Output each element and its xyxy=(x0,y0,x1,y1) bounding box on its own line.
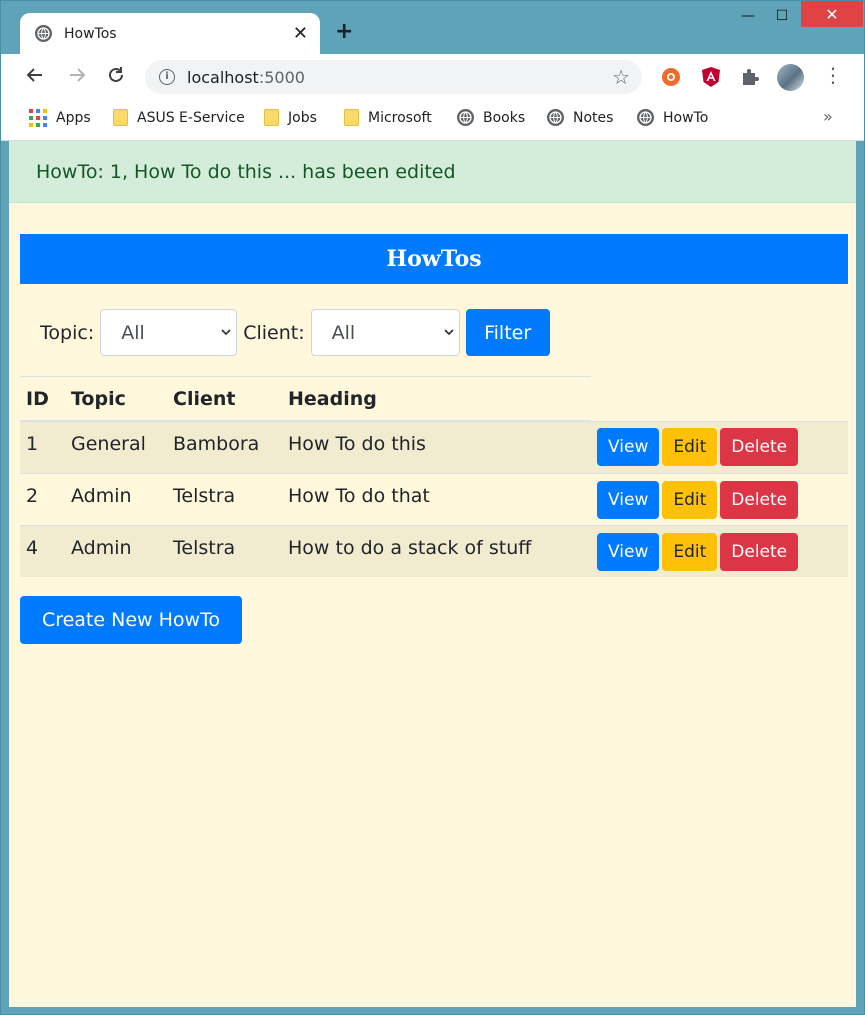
bookmark-label: Apps xyxy=(56,110,91,126)
cell-topic: Admin xyxy=(65,525,167,577)
folder-icon xyxy=(344,109,359,126)
table-row: 4 Admin Telstra How to do a stack of stu… xyxy=(20,525,848,577)
view-button[interactable]: View xyxy=(597,428,660,467)
column-header-heading: Heading xyxy=(282,376,591,422)
cell-heading: How to do a stack of stuff xyxy=(282,525,591,577)
cell-actions: View Edit Delete xyxy=(591,473,848,526)
bookmark-jobs[interactable]: Jobs xyxy=(264,109,317,126)
forward-arrow-icon[interactable] xyxy=(67,65,87,90)
cell-id: 4 xyxy=(20,525,65,577)
client-select[interactable]: All xyxy=(310,309,460,356)
table-row: 2 Admin Telstra How To do that View Edit D… xyxy=(20,473,848,526)
client-label: Client: xyxy=(243,321,305,344)
cell-id: 1 xyxy=(20,420,65,474)
bookmark-books[interactable]: Books xyxy=(457,109,525,126)
edit-button[interactable]: Edit xyxy=(662,428,718,467)
table-row: 1 General Bambora How To do this View Edi… xyxy=(20,420,848,474)
reload-icon[interactable] xyxy=(106,65,126,90)
more-bookmarks-chevron-icon[interactable]: » xyxy=(823,107,833,126)
globe-icon xyxy=(547,109,564,126)
delete-button[interactable]: Delete xyxy=(720,428,799,467)
globe-icon xyxy=(637,109,654,126)
close-tab-icon[interactable]: ✕ xyxy=(293,23,308,44)
puzzle-extensions-icon[interactable] xyxy=(739,66,761,88)
bookmark-asus-e-service[interactable]: ASUS E-Service xyxy=(113,109,245,126)
bookmark-label: ASUS E-Service xyxy=(137,109,245,126)
globe-icon xyxy=(35,25,52,42)
cell-topic: Admin xyxy=(65,473,167,526)
back-arrow-icon[interactable] xyxy=(25,65,45,90)
column-header-client: Client xyxy=(167,376,282,422)
apps-grid-icon xyxy=(29,109,47,127)
bookmarks-bar: Apps ASUS E-Service Jobs Microsoft Books… xyxy=(1,100,864,141)
bookmark-microsoft[interactable]: Microsoft xyxy=(344,109,432,126)
chevron-down-icon xyxy=(220,326,232,341)
tab-title: HowTos xyxy=(64,25,117,42)
column-header-actions xyxy=(591,377,848,422)
page-content: HowTo: 1, How To do this ... has been ed… xyxy=(9,141,856,1007)
table-header-row: ID Topic Client Heading xyxy=(20,376,848,422)
browser-window: HowTos ✕ + — ☐ ✕ i localhost:5000 ☆ ⋮ Ap… xyxy=(0,0,865,1015)
delete-button[interactable]: Delete xyxy=(720,532,799,571)
bookmark-label: HowTo xyxy=(663,109,709,126)
maximize-button[interactable]: ☐ xyxy=(765,1,799,31)
client-select-value: All xyxy=(331,322,356,344)
delete-button[interactable]: Delete xyxy=(720,480,799,519)
chevron-down-icon xyxy=(443,326,455,341)
filter-button[interactable]: Filter xyxy=(465,309,550,356)
folder-icon xyxy=(113,109,128,126)
close-window-button[interactable]: ✕ xyxy=(801,1,863,27)
page-title: HowTos xyxy=(20,234,848,284)
browser-toolbar: i localhost:5000 ☆ ⋮ xyxy=(1,54,864,100)
view-button[interactable]: View xyxy=(597,480,660,519)
column-header-topic: Topic xyxy=(65,376,167,422)
view-button[interactable]: View xyxy=(597,532,660,571)
cell-heading: How To do that xyxy=(282,473,591,526)
cell-heading: How To do this xyxy=(282,420,591,474)
create-new-howto-button[interactable]: Create New HowTo xyxy=(20,596,242,644)
filter-form: Topic: All Client: All Filter xyxy=(40,309,550,356)
edit-button[interactable]: Edit xyxy=(662,532,718,571)
profile-avatar[interactable] xyxy=(777,64,804,91)
new-tab-button[interactable]: + xyxy=(335,19,353,44)
address-bar[interactable]: i localhost:5000 ☆ xyxy=(145,60,642,94)
bookmark-label: Microsoft xyxy=(368,109,432,126)
edit-button[interactable]: Edit xyxy=(662,480,718,519)
info-icon[interactable]: i xyxy=(159,69,175,85)
success-alert: HowTo: 1, How To do this ... has been ed… xyxy=(9,141,856,203)
topic-label: Topic: xyxy=(40,321,95,344)
cell-client: Telstra xyxy=(167,525,282,577)
howtos-table: ID Topic Client Heading 1 General Bambor… xyxy=(20,376,848,577)
tab-strip: HowTos ✕ + — ☐ ✕ xyxy=(1,1,864,54)
bookmark-label: Notes xyxy=(573,109,614,126)
cell-topic: General xyxy=(65,420,167,474)
kebab-menu-icon[interactable]: ⋮ xyxy=(823,63,843,87)
bookmark-label: Jobs xyxy=(288,109,317,126)
address-text: localhost:5000 xyxy=(187,68,305,87)
globe-icon xyxy=(457,109,474,126)
column-header-id: ID xyxy=(20,376,65,422)
bookmark-howto[interactable]: HowTo xyxy=(637,109,708,126)
tab-howtos[interactable]: HowTos ✕ xyxy=(20,13,320,54)
cell-id: 2 xyxy=(20,473,65,526)
bookmark-notes[interactable]: Notes xyxy=(547,109,613,126)
bookmark-label: Books xyxy=(483,109,526,126)
lifebuoy-extension-icon[interactable] xyxy=(660,66,682,88)
cell-actions: View Edit Delete xyxy=(591,525,848,577)
cell-client: Telstra xyxy=(167,473,282,526)
cell-client: Bambora xyxy=(167,420,282,474)
bookmark-apps[interactable]: Apps xyxy=(29,109,91,127)
topic-select[interactable]: All xyxy=(100,309,238,356)
bookmark-star-icon[interactable]: ☆ xyxy=(612,65,630,89)
folder-icon xyxy=(264,109,279,126)
cell-actions: View Edit Delete xyxy=(591,420,848,474)
angular-extension-icon[interactable] xyxy=(700,66,722,88)
topic-select-value: All xyxy=(121,322,145,344)
minimize-button[interactable]: — xyxy=(731,1,765,31)
